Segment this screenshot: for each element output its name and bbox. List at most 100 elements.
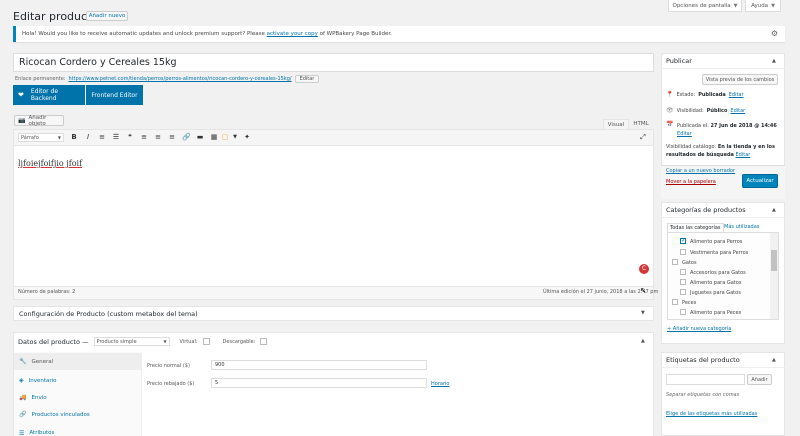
post-title-text: Ricocan Cordero y Cereales 15kg — [19, 57, 177, 68]
list-icon: ☰ — [19, 429, 25, 436]
italic-icon[interactable]: I — [84, 133, 92, 142]
caret-up-icon[interactable]: ▲ — [772, 357, 776, 363]
status-label: Estado: — [676, 91, 696, 98]
category-label: Alimento para Perros — [690, 239, 743, 245]
tags-input[interactable] — [666, 374, 745, 385]
caret-up-icon[interactable]: ▲ — [772, 58, 776, 64]
category-checkbox[interactable]: ✓ — [680, 237, 686, 244]
category-checkbox[interactable] — [680, 249, 686, 255]
link-icon[interactable]: 🔗 — [182, 133, 191, 142]
custom-metabox[interactable]: Configuración de Producto (custom metabo… — [13, 306, 654, 321]
preview-button[interactable]: Vista previa de los cambios — [702, 74, 778, 85]
align-center-icon[interactable]: ≡ — [154, 133, 162, 142]
bullet-list-icon[interactable]: ≡ — [98, 133, 106, 142]
catalog-label: Visibilidad catálogo: — [666, 144, 717, 150]
permalink-url[interactable]: https://www.petnet.com/tienda/perros/per… — [68, 76, 291, 82]
align-left-icon[interactable]: ≡ — [140, 133, 148, 142]
toolbar-toggle-icon[interactable]: ▦ — [210, 133, 218, 142]
more-tag-icon[interactable]: ▬ — [196, 133, 204, 142]
add-new-button[interactable]: Añadir nuevo — [86, 11, 128, 21]
categories-list — [667, 232, 779, 320]
category-checkbox[interactable] — [672, 259, 678, 265]
activate-link[interactable]: activate your copy — [267, 31, 318, 37]
add-category-link[interactable]: + Añadir nueva categoría — [667, 326, 731, 332]
visibility-label: Visibilidad: — [676, 107, 704, 114]
copy-draft-link[interactable]: Copiar a un nuevo borrador — [666, 168, 735, 174]
error-badge-icon[interactable]: C — [639, 264, 649, 274]
downloadable-label: Descargable: — [222, 338, 256, 345]
category-label: Juguetes para Gatos — [690, 290, 741, 296]
caret-down-icon[interactable]: ▼ — [641, 310, 645, 316]
screen-options-label: Opciones de pantalla — [672, 2, 731, 9]
tab-linked-products[interactable]: 🔗 Productos vinculados — [14, 406, 142, 423]
categories-title: Categorías de productos — [666, 206, 746, 214]
categories-tab-used[interactable]: Más utilizadas — [724, 224, 759, 230]
category-label: Accesorios para Gatos — [690, 270, 746, 276]
update-button[interactable]: Actualizar — [742, 174, 778, 188]
format-select[interactable]: Párrafo ▼ — [18, 133, 64, 142]
virtual-checkbox[interactable] — [202, 338, 210, 345]
category-label: Vestimenta para Perros — [690, 250, 749, 256]
dismiss-icon[interactable]: ⚙ — [770, 29, 779, 38]
published-value: 27 Jun de 2018 @ 14:46 — [710, 123, 777, 129]
tab-attributes[interactable]: ☰ Atributos — [14, 426, 142, 436]
caret-up-icon[interactable]: ▲ — [772, 207, 776, 213]
status-edit-link[interactable]: Editar — [729, 92, 744, 98]
truck-icon: 🚚 — [19, 394, 27, 401]
tab-inventory[interactable]: ◈ Inventario — [14, 372, 142, 389]
categories-scrollbar[interactable] — [770, 233, 778, 319]
notice-text: Hola! Would you like to receive automati… — [22, 31, 392, 37]
update-notice: Hola! Would you like to receive automati… — [13, 26, 785, 42]
caret-up-icon[interactable]: ▲ — [641, 338, 645, 344]
category-checkbox[interactable] — [672, 299, 678, 305]
category-checkbox[interactable] — [680, 309, 686, 315]
post-title-input[interactable]: Ricocan Cordero y Cereales 15kg — [13, 53, 654, 72]
tags-add-button[interactable]: Añadir — [747, 374, 772, 385]
tab-shipping[interactable]: 🚚 Envío — [14, 389, 142, 406]
sale-price-input[interactable]: 5 — [211, 378, 427, 388]
frontend-editor-button[interactable]: Frontend Editor — [86, 85, 143, 105]
visibility-edit-link[interactable]: Editar — [730, 108, 745, 114]
permalink-edit-button[interactable]: Editar — [294, 75, 320, 83]
catalog-row: Visibilidad catálogo: En la tienda y en … — [666, 143, 781, 159]
bold-icon[interactable]: B — [70, 133, 78, 142]
category-checkbox[interactable] — [680, 279, 686, 285]
catalog-edit-link[interactable]: Editar — [736, 152, 751, 158]
product-type-select[interactable]: Producto simple ▼ — [93, 337, 170, 346]
blockquote-icon[interactable]: ❝ — [126, 133, 134, 142]
word-count: Número de palabras: 2 — [18, 289, 76, 295]
numbered-list-icon[interactable]: ☰ — [112, 133, 120, 142]
regular-price-input[interactable]: 900 — [211, 360, 427, 370]
settings-icon[interactable]: ✦ — [243, 133, 251, 142]
choose-tags-link[interactable]: Elige de las etiquetas más utilizadas — [666, 411, 757, 417]
downloadable-checkbox[interactable] — [260, 338, 268, 345]
image-icon[interactable]: ▢ — [221, 133, 229, 142]
mouse-cursor-icon: ↖ — [640, 286, 647, 295]
tab-visual[interactable]: Visual — [603, 119, 629, 129]
tab-inventory-label: Inventario — [28, 377, 57, 384]
published-edit-link[interactable]: Editar — [677, 131, 692, 137]
tab-general-label: General — [31, 358, 54, 365]
pin-icon: 📍 — [666, 91, 674, 98]
scrollbar-thumb[interactable] — [771, 250, 777, 271]
caret-down-icon: ▼ — [733, 2, 738, 9]
trash-link[interactable]: Mover a la papelera — [666, 179, 716, 185]
category-checkbox[interactable] — [680, 269, 686, 275]
screen-options-tab[interactable]: Opciones de pantalla ▼ — [668, 0, 742, 12]
category-checkbox[interactable] — [680, 289, 686, 295]
categories-tab-all[interactable]: Todas las categorías — [667, 223, 724, 232]
editor-content[interactable]: ljfoiejfoifjio jfoif — [18, 159, 82, 168]
add-media-button[interactable]: 📷 Añadir objeto — [14, 115, 64, 127]
tab-general[interactable]: 🔧 General — [14, 353, 142, 370]
align-right-icon[interactable]: ≡ — [168, 133, 176, 142]
backend-editor-button[interactable]: ❤ Editor de Backend — [13, 85, 85, 105]
permalink-row: Enlace permanente: https://www.petnet.co… — [15, 75, 320, 83]
schedule-link[interactable]: Horario — [431, 381, 449, 387]
tab-attributes-label: Atributos — [29, 430, 55, 436]
help-tab[interactable]: Ayuda ▼ — [745, 0, 781, 12]
tab-html[interactable]: HTML — [630, 119, 652, 129]
visibility-row: 👁 Visibilidad: Público Editar — [666, 107, 745, 114]
caret-down-icon[interactable]: ▼ — [231, 133, 239, 142]
visibility-value: Público — [706, 107, 728, 114]
fullscreen-icon[interactable]: ⤢ — [639, 133, 647, 142]
